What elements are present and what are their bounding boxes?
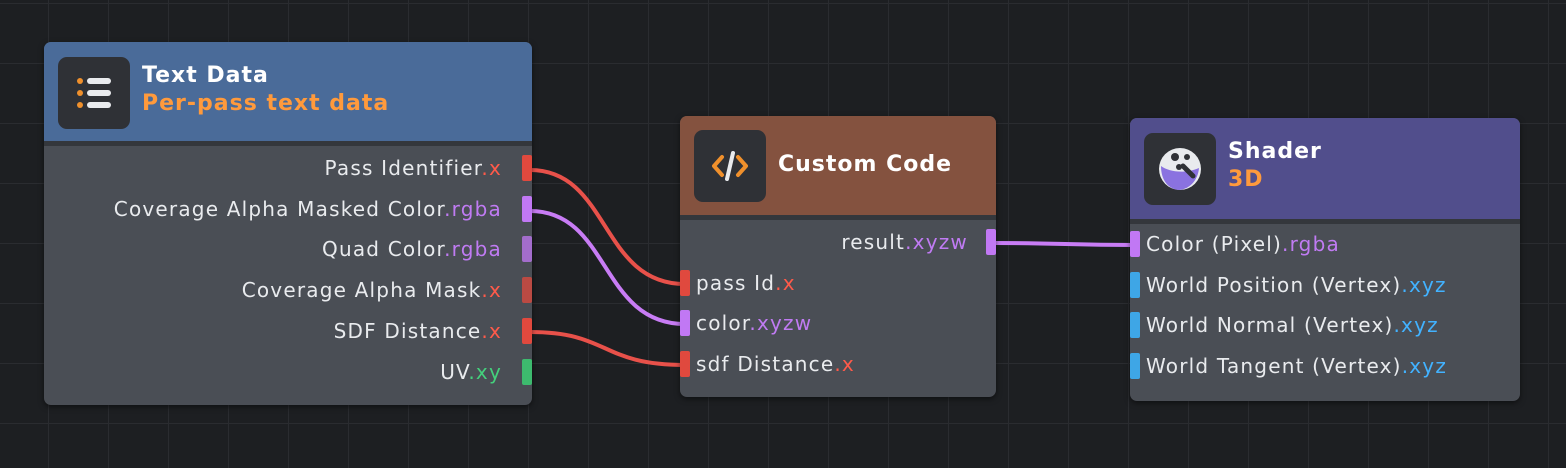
- output-swizzle: .xy: [468, 360, 502, 384]
- input-swizzle: .xyz: [1401, 273, 1447, 297]
- wire-result-color[interactable]: [993, 241, 1135, 247]
- code-icon: [694, 130, 766, 202]
- input-label: pass Id: [696, 271, 776, 295]
- shader-header[interactable]: Shader 3D: [1130, 118, 1520, 224]
- input-label: World Normal (Vertex): [1146, 313, 1394, 337]
- output-label: Quad Color: [322, 237, 445, 261]
- input-label: World Tangent (Vertex): [1146, 354, 1402, 378]
- text-data-node[interactable]: Text Data Per-pass text data Pass Identi…: [44, 42, 532, 405]
- output-pass-identifier: Pass Identifier.x: [325, 153, 502, 183]
- output-pin-coverage-alpha-masked-color[interactable]: [522, 196, 532, 222]
- input-label: color: [696, 311, 750, 335]
- wire-sdf-distance[interactable]: [529, 330, 686, 367]
- input-swizzle: .xyz: [1393, 313, 1439, 337]
- input-color-pixel: Color (Pixel).rgba: [1146, 229, 1340, 259]
- input-pass-id: pass Id.x: [696, 268, 796, 298]
- output-swizzle: .x: [481, 319, 502, 343]
- input-world-position: World Position (Vertex).xyz: [1146, 270, 1447, 300]
- node-title: Custom Code: [778, 152, 953, 177]
- output-label: UV: [440, 360, 469, 384]
- custom-code-node[interactable]: Custom Code result.xyzw pass Id.x color.…: [680, 116, 996, 397]
- output-swizzle: .rgba: [444, 237, 502, 261]
- input-pin-world-tangent[interactable]: [1130, 353, 1140, 379]
- input-pin-world-normal[interactable]: [1130, 312, 1140, 338]
- shader-node[interactable]: Shader 3D Color (Pixel).rgba World Posit…: [1130, 118, 1520, 401]
- output-coverage-alpha-mask: Coverage Alpha Mask.x: [242, 275, 502, 305]
- input-swizzle: .rgba: [1282, 232, 1340, 256]
- node-graph-canvas[interactable]: Text Data Per-pass text data Pass Identi…: [0, 0, 1566, 468]
- input-swizzle: .x: [834, 352, 855, 376]
- node-title: Text Data: [142, 63, 269, 88]
- output-swizzle: .xyzw: [905, 230, 968, 254]
- output-uv: UV.xy: [440, 357, 502, 387]
- node-subtitle: Per-pass text data: [142, 91, 390, 116]
- input-pin-color-pixel[interactable]: [1130, 231, 1140, 257]
- output-swizzle: .x: [481, 156, 502, 180]
- input-label: World Position (Vertex): [1146, 273, 1402, 297]
- wire-pass-identifier[interactable]: [529, 168, 686, 286]
- input-swizzle: .xyzw: [749, 311, 813, 335]
- input-world-normal: World Normal (Vertex).xyz: [1146, 310, 1439, 340]
- output-result: result.xyzw: [841, 227, 968, 257]
- output-pin-result[interactable]: [986, 229, 996, 255]
- wire-coverage-color[interactable]: [529, 209, 686, 326]
- custom-code-header[interactable]: Custom Code: [680, 116, 996, 220]
- node-title: Shader: [1228, 139, 1322, 164]
- input-pin-pass-id[interactable]: [680, 270, 690, 296]
- output-pin-coverage-alpha-mask[interactable]: [522, 277, 532, 303]
- input-world-tangent: World Tangent (Vertex).xyz: [1146, 351, 1447, 381]
- output-pin-pass-identifier[interactable]: [522, 155, 532, 181]
- text-data-header[interactable]: Text Data Per-pass text data: [44, 42, 532, 146]
- input-pin-world-position[interactable]: [1130, 272, 1140, 298]
- output-swizzle: .x: [481, 278, 502, 302]
- input-sdf-distance: sdf Distance.x: [696, 349, 855, 379]
- input-color: color.xyzw: [696, 308, 812, 338]
- node-subtitle: 3D: [1228, 167, 1264, 192]
- output-label: Coverage Alpha Masked Color: [113, 197, 445, 221]
- output-label: Coverage Alpha Mask: [241, 278, 482, 302]
- shader-sphere-icon: [1144, 133, 1216, 205]
- list-icon: [58, 57, 130, 129]
- output-swizzle: .rgba: [444, 197, 502, 221]
- output-pin-sdf-distance[interactable]: [522, 318, 532, 344]
- input-label: Color (Pixel): [1146, 232, 1283, 256]
- output-label: Pass Identifier: [324, 156, 482, 180]
- input-swizzle: .x: [775, 271, 796, 295]
- output-label: result: [841, 230, 906, 254]
- output-sdf-distance: SDF Distance.x: [334, 316, 502, 346]
- input-pin-color[interactable]: [680, 310, 690, 336]
- output-label: SDF Distance: [333, 319, 482, 343]
- output-pin-quad-color[interactable]: [522, 236, 532, 262]
- output-quad-color: Quad Color.rgba: [322, 234, 502, 264]
- output-pin-uv[interactable]: [522, 359, 532, 385]
- input-label: sdf Distance: [696, 352, 835, 376]
- input-pin-sdf-distance[interactable]: [680, 351, 690, 377]
- input-swizzle: .xyz: [1401, 354, 1448, 378]
- output-coverage-alpha-masked-color: Coverage Alpha Masked Color.rgba: [114, 194, 502, 224]
